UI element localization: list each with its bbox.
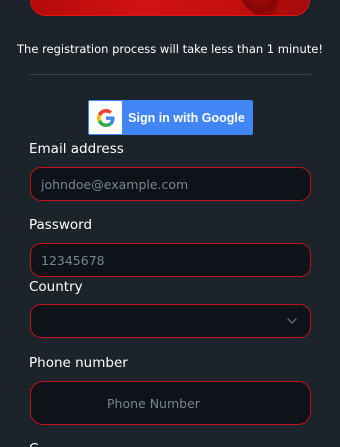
registration-notice: The registration process will take less … — [17, 42, 323, 56]
password-field[interactable] — [30, 243, 311, 277]
google-sign-in-button[interactable]: Sign in with Google — [88, 100, 253, 135]
divider — [30, 74, 311, 75]
email-label: Email address — [29, 141, 124, 157]
google-sign-in-label: Sign in with Google — [128, 110, 245, 125]
chevron-down-icon — [287, 318, 297, 324]
google-g-icon — [89, 101, 122, 134]
password-label: Password — [29, 217, 93, 233]
email-field[interactable] — [30, 167, 311, 201]
registration-page: The registration process will take less … — [0, 0, 340, 447]
phone-label: Phone number — [29, 355, 128, 371]
country-select[interactable] — [30, 304, 311, 338]
country-label: Country — [29, 279, 83, 295]
next-field-label-partial: C — [29, 441, 38, 447]
phone-number-field[interactable] — [30, 381, 311, 425]
promo-banner — [30, 0, 310, 16]
